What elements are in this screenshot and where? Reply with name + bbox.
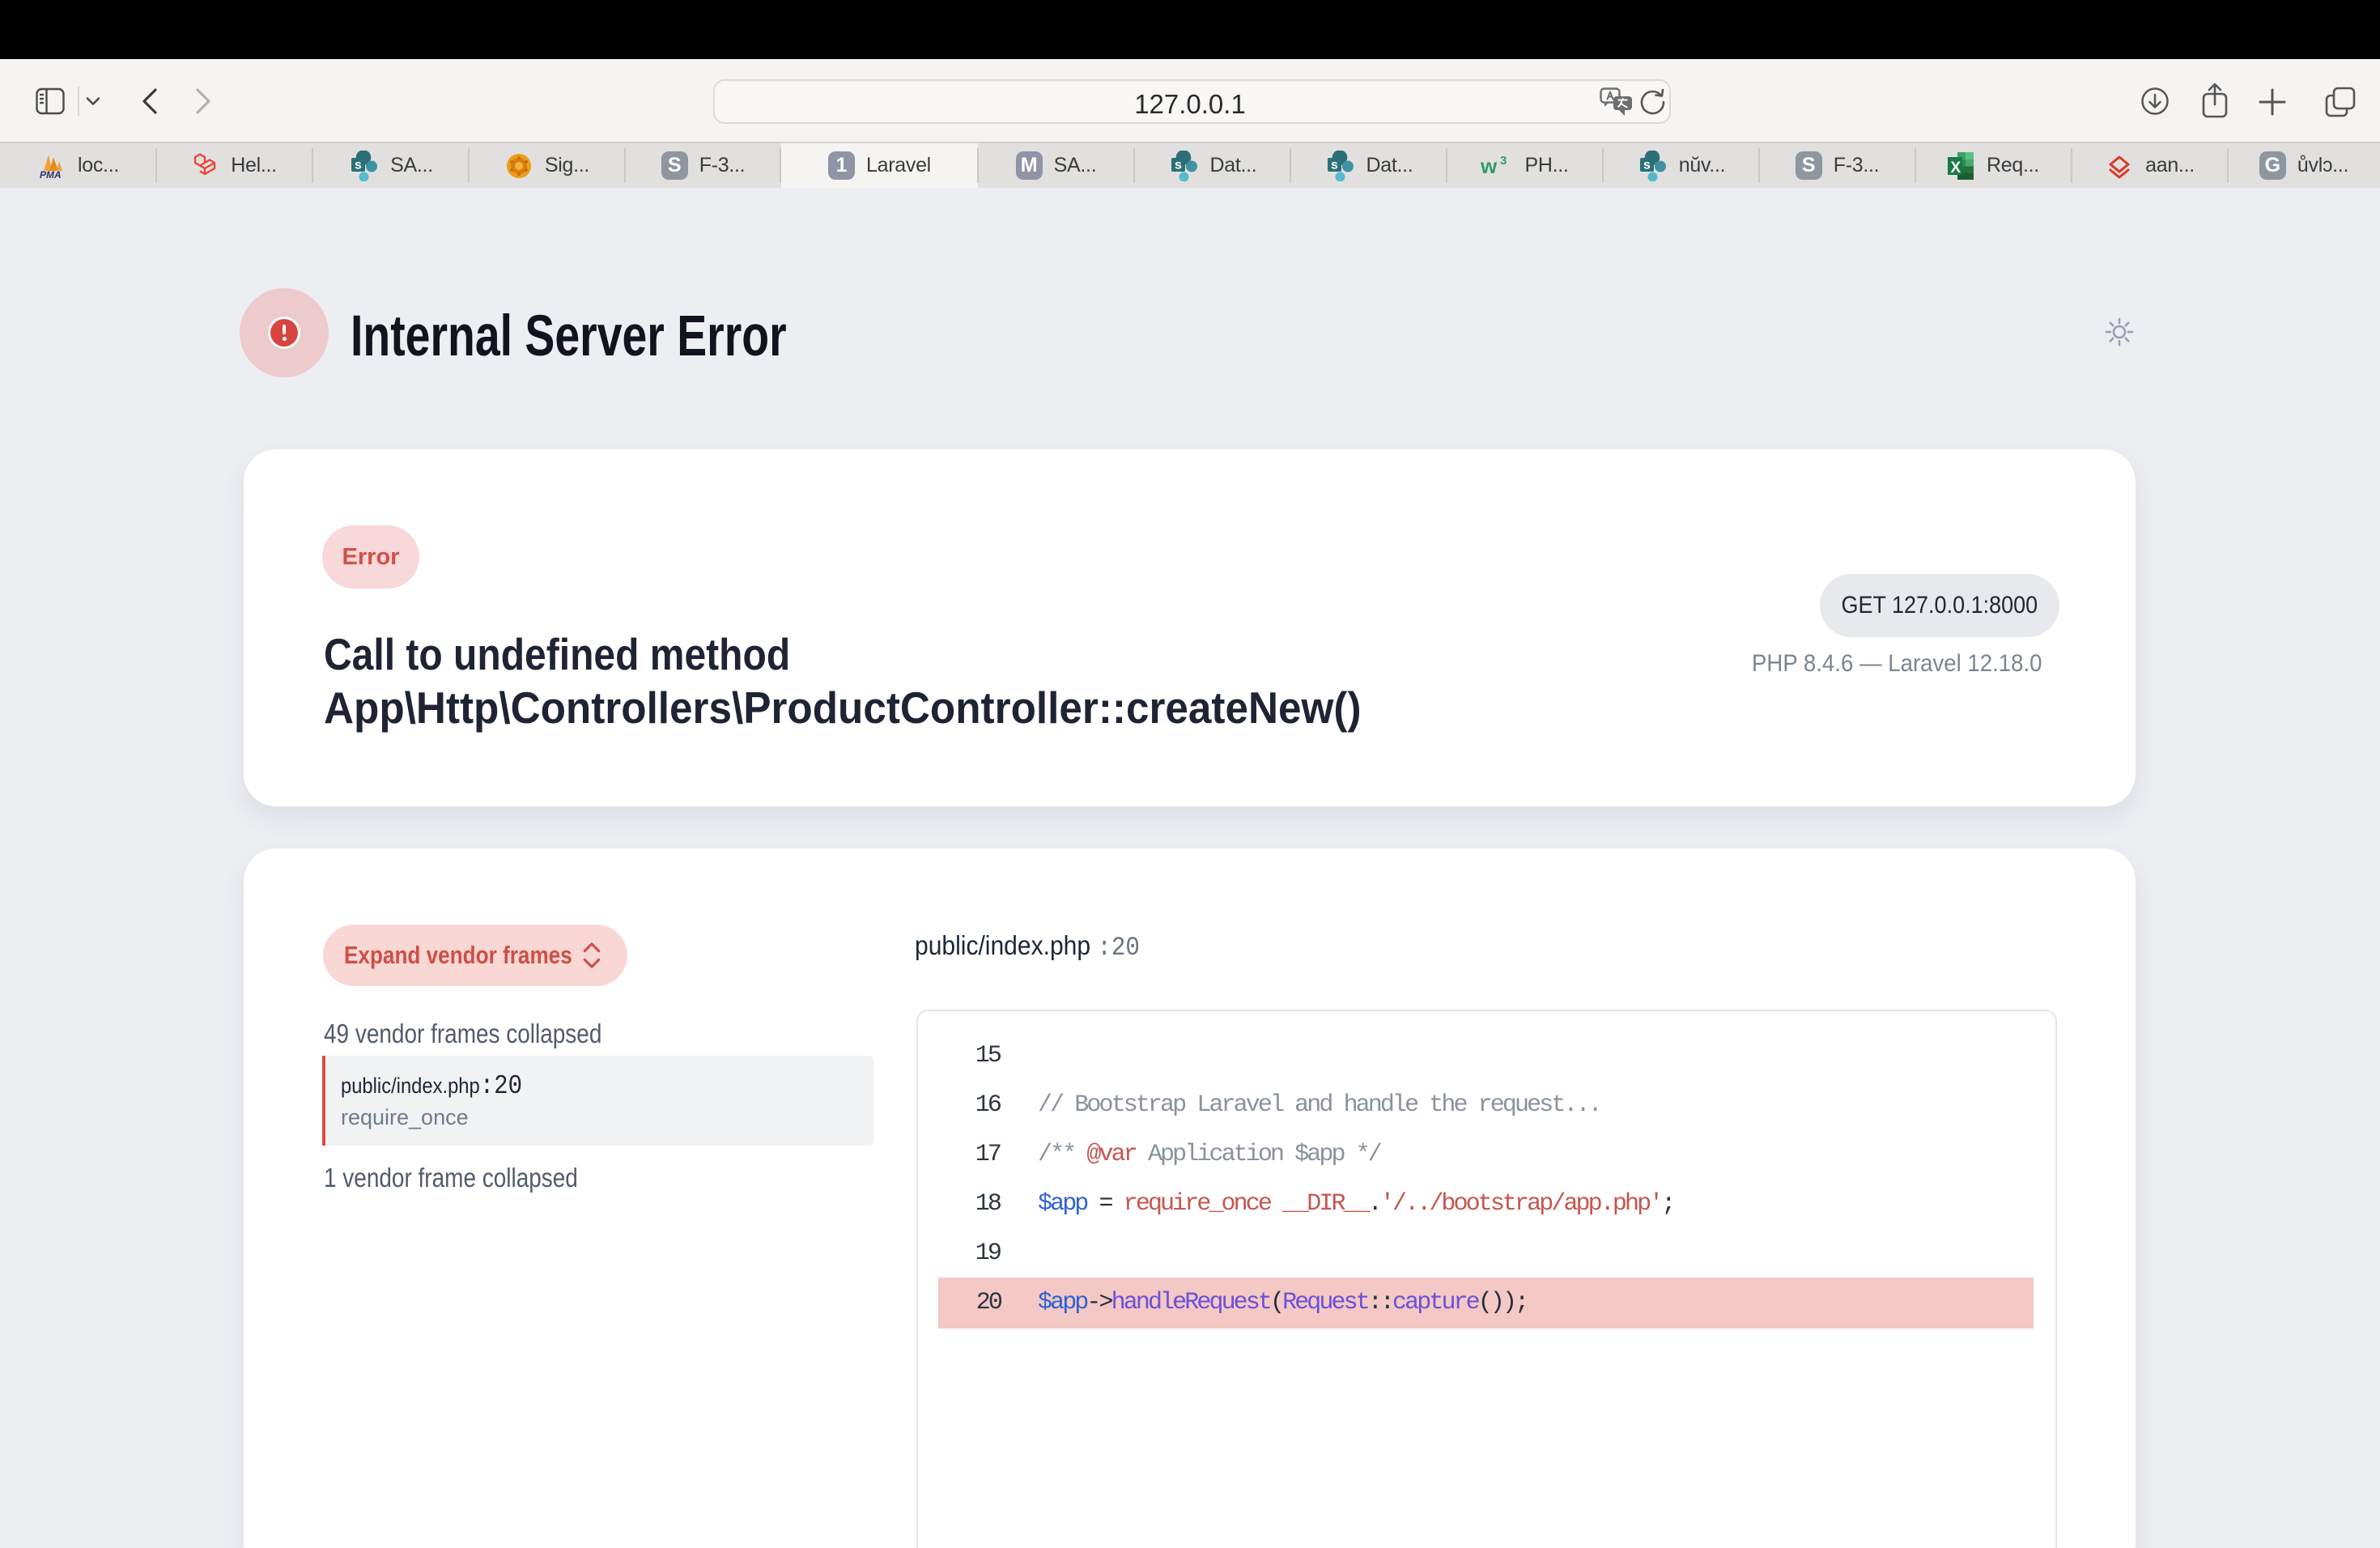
svg-text:X: X (1951, 159, 1961, 176)
svg-text:w: w (1481, 154, 1498, 178)
svg-text:s: s (1643, 158, 1651, 172)
svg-text:s: s (1175, 158, 1182, 172)
svg-text:3: 3 (1500, 154, 1507, 168)
svg-text:s: s (1331, 158, 1338, 172)
svg-text:PMA: PMA (40, 169, 62, 181)
svg-text:s: s (355, 158, 362, 172)
